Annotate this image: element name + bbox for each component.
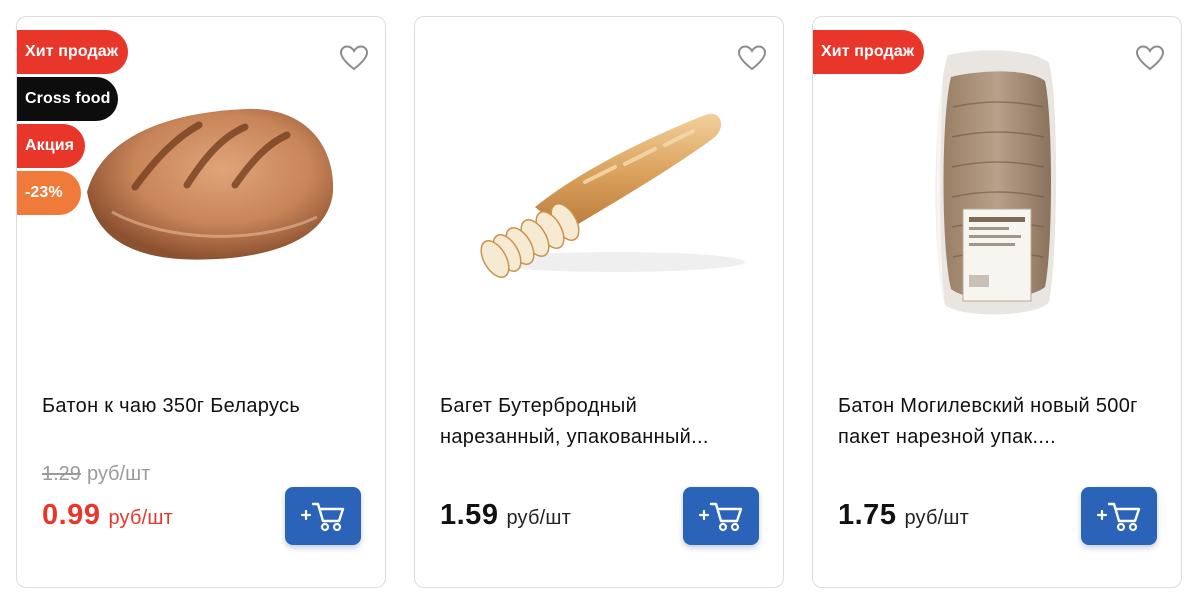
badge-cross-food: Cross food xyxy=(17,77,118,121)
current-price: 0.99 руб/шт xyxy=(42,499,173,532)
old-price: 1.29 руб/шт xyxy=(42,463,150,486)
add-to-cart-icon xyxy=(300,502,345,532)
current-price: 1.59 руб/шт xyxy=(440,499,571,532)
product-card[interactable]: Хит продаж Cross food Акция -23% Батон к… xyxy=(16,16,386,588)
price-value: 1.59 xyxy=(440,499,499,531)
heart-outline-icon[interactable] xyxy=(1135,43,1165,73)
add-to-cart-button[interactable] xyxy=(683,487,759,545)
add-to-cart-button[interactable] xyxy=(1081,487,1157,545)
add-to-cart-icon xyxy=(698,502,743,532)
add-to-cart-icon xyxy=(1096,502,1141,532)
badge-promo: Акция xyxy=(17,124,85,168)
price-value: 1.75 xyxy=(838,499,897,531)
old-price-unit: руб/шт xyxy=(86,463,151,485)
product-card[interactable]: Багет Бутербродный нарезанный, упакованн… xyxy=(414,16,784,588)
price-unit: руб/шт xyxy=(904,507,969,529)
badge-list: Хит продаж Cross food Акция -23% xyxy=(17,30,128,218)
current-price: 1.75 руб/шт xyxy=(838,499,969,532)
price-unit: руб/шт xyxy=(108,507,173,529)
badge-bestseller: Хит продаж xyxy=(17,30,128,74)
product-image-baguette[interactable] xyxy=(415,17,783,357)
badge-discount: -23% xyxy=(17,171,81,215)
product-title[interactable]: Батон к чаю 350г Беларусь xyxy=(42,391,362,422)
old-price-value: 1.29 xyxy=(42,463,81,485)
product-title[interactable]: Батон Могилевский новый 500г пакет нарез… xyxy=(838,391,1158,453)
product-title[interactable]: Багет Бутербродный нарезанный, упакованн… xyxy=(440,391,760,453)
price-value: 0.99 xyxy=(42,499,101,531)
heart-outline-icon[interactable] xyxy=(737,43,767,73)
add-to-cart-button[interactable] xyxy=(285,487,361,545)
badge-list: Хит продаж xyxy=(813,30,924,77)
price-unit: руб/шт xyxy=(506,507,571,529)
heart-outline-icon[interactable] xyxy=(339,43,369,73)
badge-bestseller: Хит продаж xyxy=(813,30,924,74)
product-card[interactable]: Хит продаж Батон Могилевский новый 500г … xyxy=(812,16,1182,588)
